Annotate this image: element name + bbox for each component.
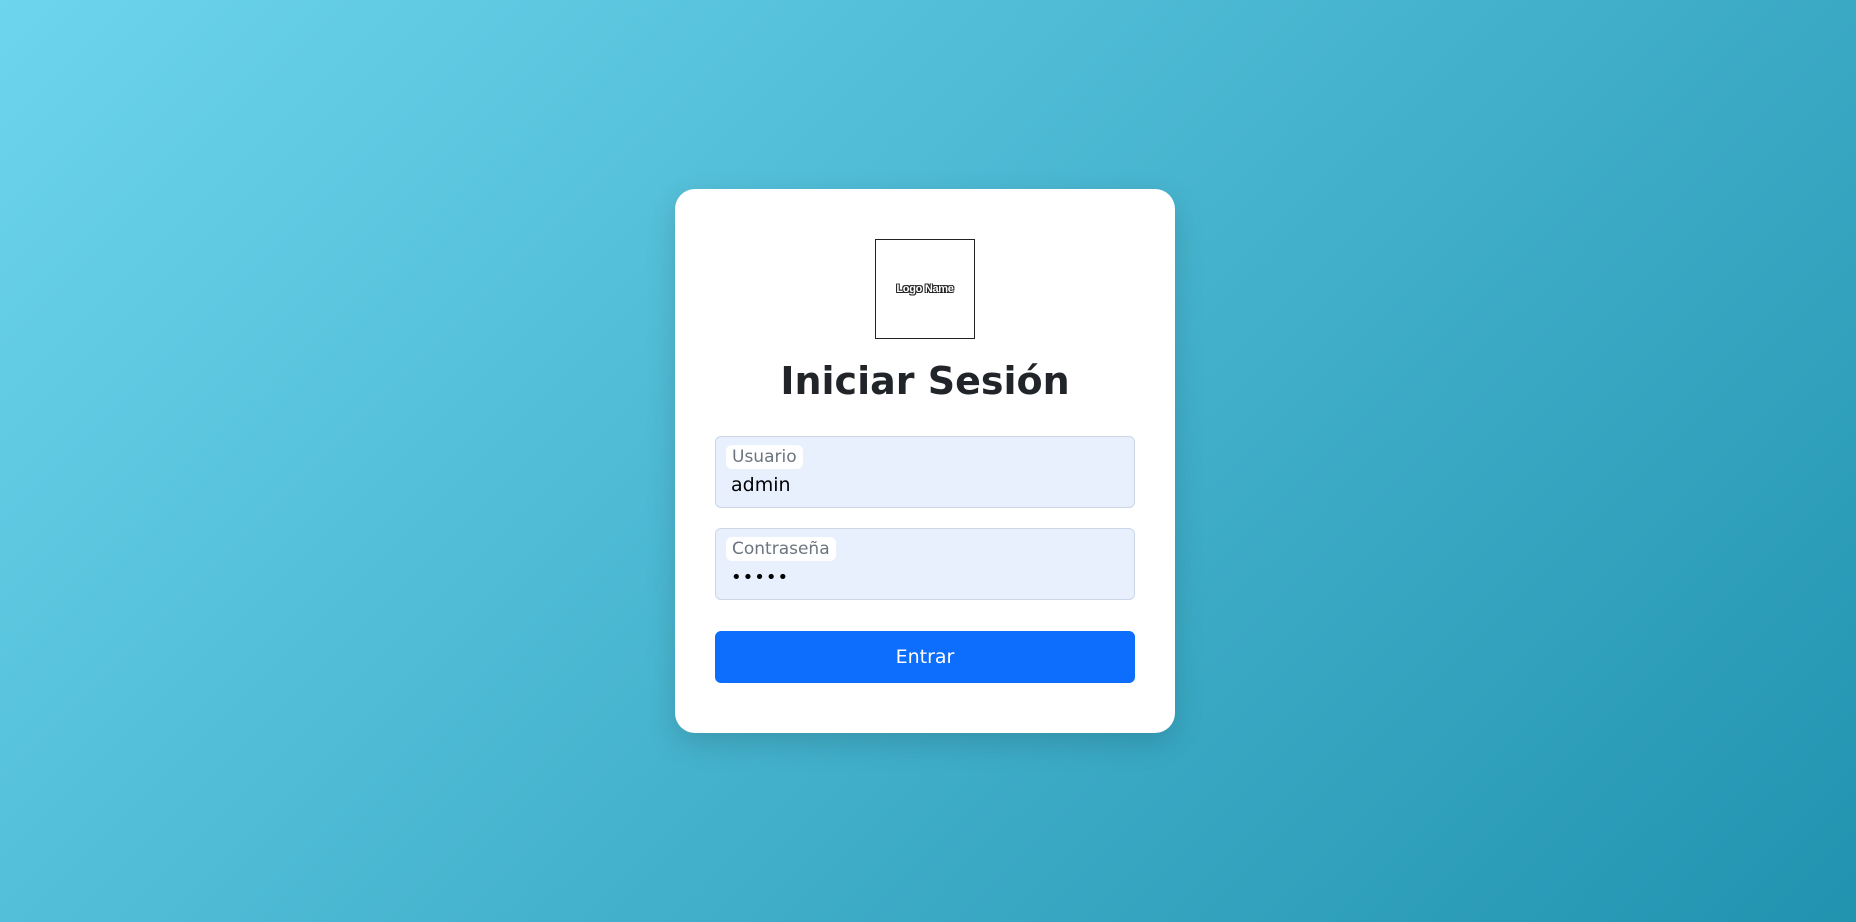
username-label: Usuario	[726, 445, 803, 469]
submit-button[interactable]: Entrar	[715, 631, 1135, 683]
password-label: Contraseña	[726, 537, 836, 561]
password-field[interactable]: Contraseña	[715, 528, 1135, 600]
login-card: Logo Name Iniciar Sesión Usuario Contras…	[675, 189, 1175, 733]
logo-text: Logo Name	[896, 283, 954, 295]
page-title: Iniciar Sesión	[780, 359, 1070, 403]
logo: Logo Name	[875, 239, 975, 339]
username-input[interactable]	[731, 471, 1119, 499]
username-field[interactable]: Usuario	[715, 436, 1135, 508]
password-input[interactable]	[731, 563, 1119, 591]
